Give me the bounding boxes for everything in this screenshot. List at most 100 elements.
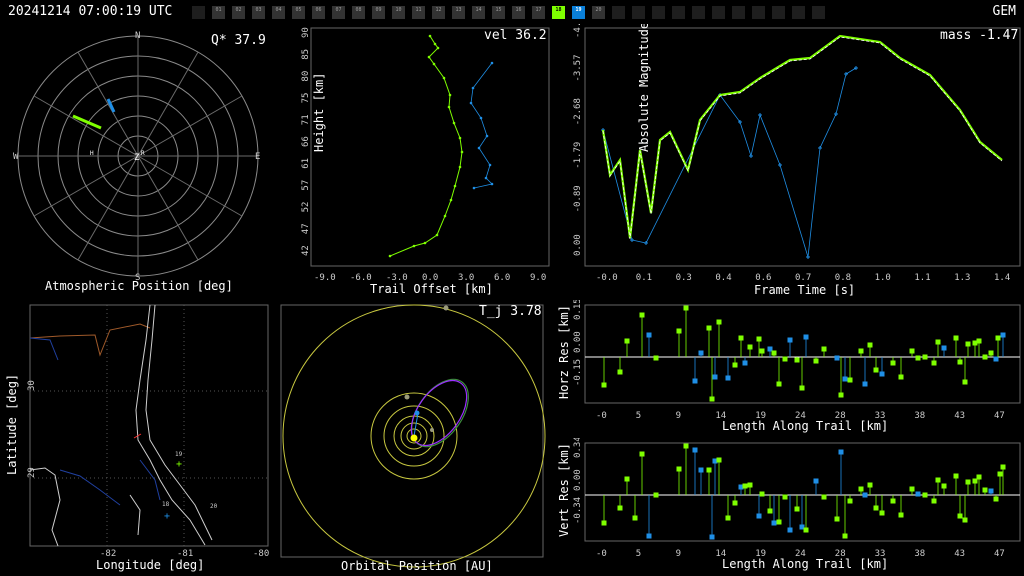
q-star-value: Q* 37.9 [211,33,266,48]
x-tick-label: 43 [954,549,965,559]
residual-point [858,486,864,492]
residual-point [957,513,963,519]
h-marker: H [90,150,94,157]
residual-point [838,449,844,455]
y-tick-label: 0.00 [573,469,583,491]
residual-point [935,477,941,483]
residual-point [813,358,819,364]
residual-point [909,348,915,354]
x-tick-label: 0.6 [755,273,771,283]
camera-18-trail [389,35,463,257]
residual-point [706,325,712,331]
residual-point [953,335,959,341]
atmospheric-position-plot: N S E W Z R H [13,31,260,283]
camera-indicator: 10 [392,6,405,19]
residual-point [716,457,722,463]
x-tick-label: 47 [994,411,1005,421]
ground-map: + + 19 18 20 -82 -81 -80 30 29 Latitude … [5,304,269,559]
residual-point [683,305,689,311]
x-tick-label: 38 [914,411,925,421]
residual-point [732,500,738,506]
residual-point [624,338,630,344]
y-tick-label: -0.89 [573,185,583,212]
orbit-title: Orbital Position [AU] [341,559,493,573]
trail-point-18 [435,233,439,237]
residual-point [922,492,928,498]
compass-w: W [13,152,19,162]
residual-point [706,467,712,473]
residual-point [787,337,793,343]
x-tick-label: -6.0 [350,273,372,283]
x-tick-label: 1.4 [994,273,1010,283]
residual-point [771,520,777,526]
camera-indicator: 02 [232,6,245,19]
x-tick-label: 1.0 [875,273,891,283]
trail-point-18 [436,46,440,50]
map-label-20: 20 [210,503,218,510]
residual-point [732,362,738,368]
residual-point [709,534,715,540]
camera-indicator: 08 [352,6,365,19]
map-station-18-marker: + [176,459,182,470]
trail-point-19 [484,176,488,180]
x-tick-label: 9 [676,411,681,421]
map-xtick-2: -80 [253,549,269,559]
residual-point [725,375,731,381]
residual-point [601,520,607,526]
y-tick-label: 0.34 [573,438,583,458]
orbit-plot [280,304,546,568]
trail-point-19 [471,86,475,90]
residual-point [867,342,873,348]
residual-point [639,451,645,457]
camera-indicator: 15 [492,6,505,19]
y-tick-label: 57 [301,180,311,191]
residual-point [847,498,853,504]
magnitude-plot: -0.0 0.1 0.3 0.4 0.6 0.7 0.8 1.0 1.1 1.3 1.4 -4.47… [573,24,1021,283]
residual-point [965,341,971,347]
residual-point [873,505,879,511]
horz-residual-plot: -0 5 9 14 19 24 28 33 38 43 47 0.150.00-0.15 Horz … [557,300,1021,421]
residual-point [747,482,753,488]
residual-point [941,345,947,351]
residual-point [747,344,753,350]
residual-point [712,374,718,380]
y-tick-label: 47 [301,223,311,234]
residual-point [858,348,864,354]
residual-point [683,443,689,449]
trail-point-18 [460,150,464,154]
x-tick-label: -0 [596,411,607,421]
residual-point [676,466,682,472]
residual-point [646,332,652,338]
x-tick-label: 1.3 [954,273,970,283]
map-ylabel: Latitude [deg] [5,374,19,475]
residual-point [965,479,971,485]
camera-indicator: 12 [432,6,445,19]
trail-point-19 [488,163,492,167]
residual-point [794,357,800,363]
residual-point [759,491,765,497]
trail-point-19 [490,61,494,65]
trail-point-18 [458,136,462,140]
y-tick-label: 75 [301,93,311,104]
residual-point [776,381,782,387]
residual-point [794,506,800,512]
residual-point [639,312,645,318]
y-tick-label: -0.15 [573,359,583,386]
radiant-marker: R [141,150,145,157]
camera-indicator [192,6,205,19]
residual-point [759,348,765,354]
camera-indicator: 09 [372,6,385,19]
camera-indicator: 01 [212,6,225,19]
residual-point [799,385,805,391]
camera-indicator: 07 [332,6,345,19]
residual-point [821,346,827,352]
residual-point [867,482,873,488]
residual-point [653,355,659,361]
trail-ylabel: Height [km] [312,73,326,152]
residual-point [821,494,827,500]
compass-n: N [135,31,140,41]
x-tick-label: 38 [914,549,925,559]
camera-indicator [812,6,825,19]
camera-indicator: 06 [312,6,325,19]
residual-point [756,513,762,519]
